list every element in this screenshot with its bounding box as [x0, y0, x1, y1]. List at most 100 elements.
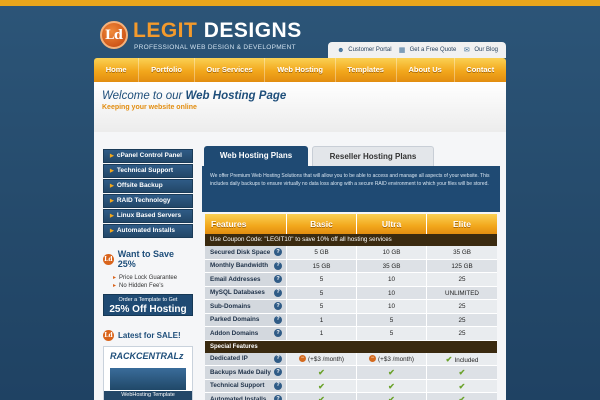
plan-basic-cell: − (+$3 /month): [287, 352, 357, 365]
check-icon: ✔: [318, 381, 325, 391]
sidebar-item-raid[interactable]: ▶ RAID Technology: [103, 194, 193, 208]
help-icon[interactable]: ?: [274, 302, 282, 311]
table-row: Addon Domains? 1 5 25: [205, 327, 497, 341]
blog-link[interactable]: ✉ Our Blog: [462, 44, 498, 56]
plan-elite-cell: 125 GB: [427, 259, 497, 272]
sidebar-item-offsite-backup[interactable]: ▶ Offsite Backup: [103, 179, 193, 193]
cell-value: 10 GB: [382, 249, 401, 256]
feature-name-cell: Secured Disk Space?: [205, 246, 287, 259]
nav-about-us[interactable]: About Us: [397, 58, 455, 82]
plan-ultra-cell: 10 GB: [357, 246, 427, 259]
sidebar-item-cpanel[interactable]: ▶ cPanel Control Panel: [103, 149, 193, 163]
pricing-table: Features Basic Ultra Elite Use Coupon Co…: [205, 214, 497, 400]
sidebar-item-label: Technical Support: [116, 167, 174, 174]
arrow-right-icon: ▶: [110, 153, 114, 159]
plan-basic-cell: ✔: [287, 366, 357, 379]
sidebar-item-technical-support[interactable]: ▶ Technical Support: [103, 164, 193, 178]
cell-value: 25: [458, 276, 466, 283]
help-icon[interactable]: ?: [274, 275, 282, 284]
help-icon[interactable]: ?: [274, 248, 282, 257]
site-logo[interactable]: Ld LEGIT DESIGNS PROFESSIONAL WEB DESIGN…: [100, 17, 301, 57]
hosting-panel: Web Hosting Plans Reseller Hosting Plans…: [202, 144, 500, 400]
sidebar-item-automated-installs[interactable]: ▶ Automated Installs: [103, 224, 193, 238]
nav-templates[interactable]: Templates: [336, 58, 397, 82]
cell-value: 15 GB: [312, 262, 331, 270]
plan-ultra-cell: 5: [357, 327, 427, 340]
feature-name: Monthly Bandwidth: [210, 262, 269, 270]
arrow-right-icon: ▶: [110, 168, 114, 174]
check-icon: ✔: [445, 354, 455, 364]
help-icon[interactable]: ?: [274, 395, 282, 400]
save-promo-list: ▸ Price Lock Guarantee ▸ No Hidden Fee's: [103, 274, 193, 290]
nav-portfolio[interactable]: Portfolio: [139, 58, 195, 82]
logo-badge-icon: Ld: [100, 21, 128, 49]
plan-elite-cell: 35 GB: [427, 246, 497, 259]
template-preview-image[interactable]: RACKCENTRALz WebHosting Template: [103, 346, 193, 400]
plan-basic-cell: 5: [287, 300, 357, 313]
main-content: ▶ cPanel Control Panel ▶ Technical Support…: [94, 132, 506, 400]
customer-portal-link[interactable]: ☻ Customer Portal: [336, 44, 392, 56]
column-header-elite: Elite: [453, 219, 471, 229]
cell-value: 10: [387, 276, 395, 283]
template-discount-banner[interactable]: Order a Template to Get 25% Off Hosting: [103, 294, 193, 316]
plan-elite-cell: ✔: [427, 366, 497, 379]
cell-value: 5: [319, 303, 324, 310]
check-icon: ✔: [458, 395, 466, 400]
nav-web-hosting[interactable]: Web Hosting: [265, 58, 336, 82]
tab-web-hosting-plans[interactable]: Web Hosting Plans: [204, 146, 308, 166]
table-header: Features Basic Ultra Elite: [205, 214, 497, 234]
sidebar-item-label: Linux Based Servers: [116, 212, 182, 219]
help-icon[interactable]: ?: [274, 315, 282, 324]
arrow-right-icon: ▶: [110, 213, 114, 219]
plan-basic-cell: ✔: [287, 379, 357, 392]
sidebar-item-linux-servers[interactable]: ▶ Linux Based Servers: [103, 209, 193, 223]
plan-ultra-cell: 10: [357, 286, 427, 299]
feature-name: Sub-Domains: [210, 302, 251, 310]
logo-badge-icon: Ld: [103, 253, 114, 265]
list-item: ▸ No Hidden Fee's: [113, 282, 193, 290]
plan-elite-cell: ✔: [427, 379, 497, 392]
promo-line-1: Order a Template to Get: [118, 297, 178, 303]
template-caption: WebHosting Template: [104, 391, 192, 400]
help-icon[interactable]: ?: [274, 381, 282, 390]
nav-our-services[interactable]: Our Services: [195, 58, 266, 82]
logo-tagline: PROFESSIONAL WEB DESIGN & DEVELOPMENT: [134, 44, 296, 51]
help-icon[interactable]: ?: [274, 261, 282, 270]
feature-name: Backups Made Daily: [210, 368, 271, 376]
help-icon[interactable]: ?: [274, 354, 282, 363]
chat-icon: ✉: [463, 47, 470, 54]
nav-home[interactable]: Home: [94, 58, 140, 82]
page-subtitle: Keeping your website online: [102, 104, 197, 111]
sidebar-item-label: Automated Installs: [116, 227, 176, 234]
top-accent-strip: [0, 0, 600, 6]
feature-name: Technical Support: [210, 382, 265, 390]
save-promo-box: Ld Want to Save 25% ▸ Price Lock Guarante…: [103, 249, 193, 316]
feature-name: Addon Domains: [210, 329, 259, 337]
table-row: Email Addresses? 5 10 25: [205, 273, 497, 287]
plan-elite-cell: 25: [427, 313, 497, 326]
tab-reseller-hosting-plans[interactable]: Reseller Hosting Plans: [312, 146, 434, 166]
blog-label: Our Blog: [474, 47, 498, 53]
feature-name-cell: Parked Domains?: [205, 313, 287, 326]
cell-value: 35 GB: [453, 249, 471, 256]
check-icon: ✔: [458, 368, 466, 377]
help-icon[interactable]: ?: [274, 288, 282, 297]
plan-basic-cell: 15 GB: [287, 259, 357, 272]
check-icon: ✔: [318, 368, 325, 377]
cell-value: 5: [389, 330, 394, 337]
arrow-right-icon: ▶: [110, 183, 114, 189]
plan-ultra-cell: ✔: [357, 366, 427, 379]
plan-ultra-cell: ✔: [357, 393, 427, 400]
help-icon[interactable]: ?: [274, 329, 282, 338]
sidebar-item-label: cPanel Control Panel: [116, 152, 182, 159]
table-row: Parked Domains? 1 5 25: [205, 313, 497, 327]
free-quote-link[interactable]: ▦ Get a Free Quote: [398, 44, 457, 56]
plan-basic-cell: ✔: [287, 393, 357, 400]
nav-contact[interactable]: Contact: [455, 58, 506, 82]
feature-name-cell: MySQL Databases?: [205, 286, 287, 299]
help-icon[interactable]: ?: [274, 368, 282, 377]
page-title-bold: Web Hosting Page: [185, 90, 287, 102]
sale-box: Ld Latest for SALE! RACKCENTRALz WebHost…: [103, 330, 193, 400]
cell-value: (+$3 /month): [308, 355, 344, 363]
arrow-right-icon: ▶: [110, 198, 114, 204]
